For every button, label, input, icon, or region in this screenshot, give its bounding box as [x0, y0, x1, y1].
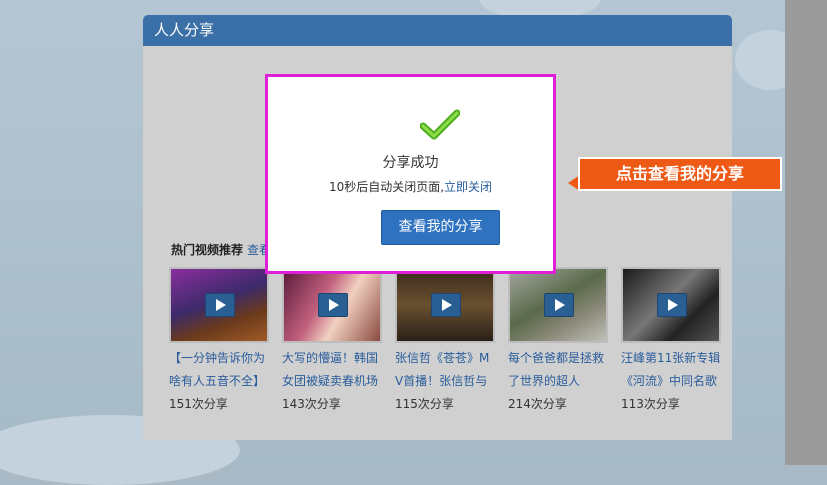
play-icon[interactable]: [318, 293, 348, 317]
video-thumbnail[interactable]: [508, 267, 608, 343]
video-thumbnail[interactable]: [395, 267, 495, 343]
green-check-icon: [420, 109, 460, 140]
view-my-share-button[interactable]: 查看我的分享: [381, 210, 500, 245]
countdown-text: 10秒后自动关闭页面,: [328, 180, 445, 194]
video-item[interactable]: 每个爸爸都是拯救了世界的超人 214次分享: [508, 267, 608, 412]
play-icon[interactable]: [544, 293, 574, 317]
video-title[interactable]: 【一分钟告诉你为啥有人五音不全】: [169, 347, 269, 393]
share-success-dialog: 分享成功 10秒后自动关闭页面,立即关闭 查看我的分享: [265, 74, 556, 274]
share-count: 214次分享: [508, 397, 567, 411]
video-item[interactable]: 【一分钟告诉你为啥有人五音不全】 151次分享: [169, 267, 269, 412]
video-title[interactable]: 张信哲《苍苍》MV首播！张信哲与父: [395, 347, 495, 393]
video-thumbnail[interactable]: [282, 267, 382, 343]
side-gutter: [785, 0, 827, 465]
video-title[interactable]: 汪峰第11张新专辑《河流》中同名歌: [621, 347, 721, 393]
close-now-link[interactable]: 立即关闭: [444, 180, 492, 194]
share-count: 143次分享: [282, 397, 341, 411]
success-message: 分享成功: [382, 155, 439, 171]
share-count: 113次分享: [621, 397, 680, 411]
video-item[interactable]: 大写的懵逼！韩国女团被疑卖春机场 143次分享: [282, 267, 382, 412]
share-count: 115次分享: [395, 397, 454, 411]
share-count: 151次分享: [169, 397, 228, 411]
hot-videos-heading: 热门视频推荐: [171, 243, 244, 257]
callout-text: 点击查看我的分享: [578, 157, 782, 191]
video-thumbnail[interactable]: [621, 267, 721, 343]
play-icon[interactable]: [205, 293, 235, 317]
play-icon[interactable]: [431, 293, 461, 317]
video-item[interactable]: 汪峰第11张新专辑《河流》中同名歌 113次分享: [621, 267, 721, 412]
video-thumbnail[interactable]: [169, 267, 269, 343]
video-item[interactable]: 张信哲《苍苍》MV首播！张信哲与父 115次分享: [395, 267, 495, 412]
countdown-message: 10秒后自动关闭页面,立即关闭: [268, 178, 553, 195]
video-title[interactable]: 每个爸爸都是拯救了世界的超人: [508, 347, 608, 393]
video-title[interactable]: 大写的懵逼！韩国女团被疑卖春机场: [282, 347, 382, 393]
panel-title: 人人分享: [143, 15, 732, 46]
play-icon[interactable]: [657, 293, 687, 317]
callout-tooltip: 点击查看我的分享: [568, 157, 782, 191]
